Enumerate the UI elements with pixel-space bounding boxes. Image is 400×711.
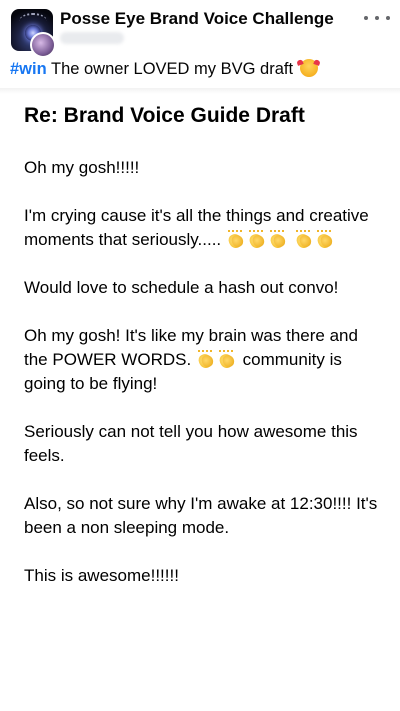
clapping-hands-icon bbox=[294, 230, 313, 251]
email-paragraph: Oh my gosh! It's like my brain was there… bbox=[24, 324, 384, 396]
email-paragraph: Also, so not sure why I'm awake at 12:30… bbox=[24, 494, 378, 537]
clapping-hands-icon bbox=[226, 230, 245, 251]
clapping-hands-icon bbox=[315, 230, 334, 251]
email-subject: Re: Brand Voice Guide Draft bbox=[24, 104, 305, 127]
email-paragraph: This is awesome!!!!!! bbox=[24, 566, 179, 585]
post-caption: #win The owner LOVED my BVG draft bbox=[10, 58, 390, 80]
smiling-face-with-hearts-icon bbox=[299, 59, 318, 77]
post-header: Posse Eye Brand Voice Challenge bbox=[0, 0, 400, 58]
email-paragraph: I'm crying cause it's all the things and… bbox=[24, 204, 384, 252]
clapping-hands-icon bbox=[217, 350, 236, 371]
clapping-hands-icon bbox=[196, 350, 215, 371]
post-view: Posse Eye Brand Voice Challenge #win The… bbox=[0, 0, 400, 711]
email-paragraph: Would love to schedule a hash out convo! bbox=[24, 278, 339, 297]
clapping-hands-icon bbox=[247, 230, 266, 251]
dot bbox=[364, 16, 368, 20]
image-top-edge bbox=[0, 88, 400, 94]
group-title[interactable]: Posse Eye Brand Voice Challenge bbox=[60, 9, 334, 29]
email-body: Oh my gosh!!!!! I'm crying cause it's al… bbox=[24, 156, 384, 612]
post-image[interactable]: Re: Brand Voice Guide Draft Oh my gosh!!… bbox=[0, 88, 400, 711]
author-avatar[interactable] bbox=[30, 32, 56, 58]
author-name-redacted bbox=[60, 32, 124, 44]
clapping-hands-icon bbox=[268, 230, 287, 251]
dot bbox=[375, 16, 379, 20]
more-options-icon[interactable] bbox=[364, 10, 390, 26]
email-paragraph: Seriously can not tell you how awesome t… bbox=[24, 422, 358, 465]
dot bbox=[386, 16, 390, 20]
email-paragraph: Oh my gosh!!!!! bbox=[24, 158, 140, 177]
caption-text: The owner LOVED my BVG draft bbox=[50, 60, 294, 78]
hashtag-link[interactable]: #win bbox=[10, 60, 47, 78]
